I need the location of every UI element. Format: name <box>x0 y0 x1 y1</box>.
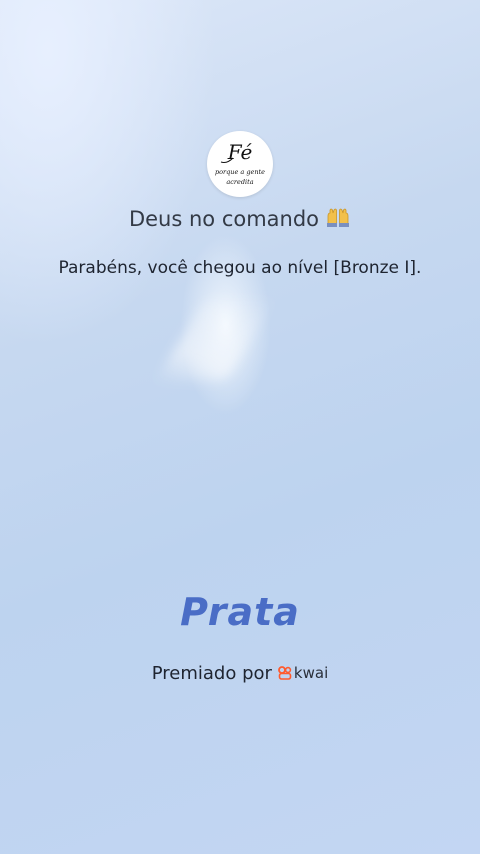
svg-text:acredita: acredita <box>226 178 253 186</box>
kwai-logo-icon <box>278 666 292 680</box>
level-name: Prata <box>180 590 300 634</box>
raised-hands-icon <box>325 208 351 233</box>
brand-name: kwai <box>293 664 329 682</box>
awarded-by: Premiado por kwai <box>0 663 480 684</box>
page-title: Deus no comando <box>0 207 480 233</box>
title-text: Deus no comando <box>128 207 320 231</box>
light-ray <box>156 300 274 380</box>
level-message: Parabéns, você chegou ao nível [Bronze I… <box>58 258 422 278</box>
awarded-by-label: Premiado por <box>151 663 272 684</box>
svg-text:porque a gente: porque a gente <box>215 168 265 176</box>
fe-logo-icon: Fé porque a gente acredita <box>215 140 265 186</box>
kwai-brand[interactable]: kwai <box>278 664 328 682</box>
avatar[interactable]: Fé porque a gente acredita <box>207 131 273 197</box>
